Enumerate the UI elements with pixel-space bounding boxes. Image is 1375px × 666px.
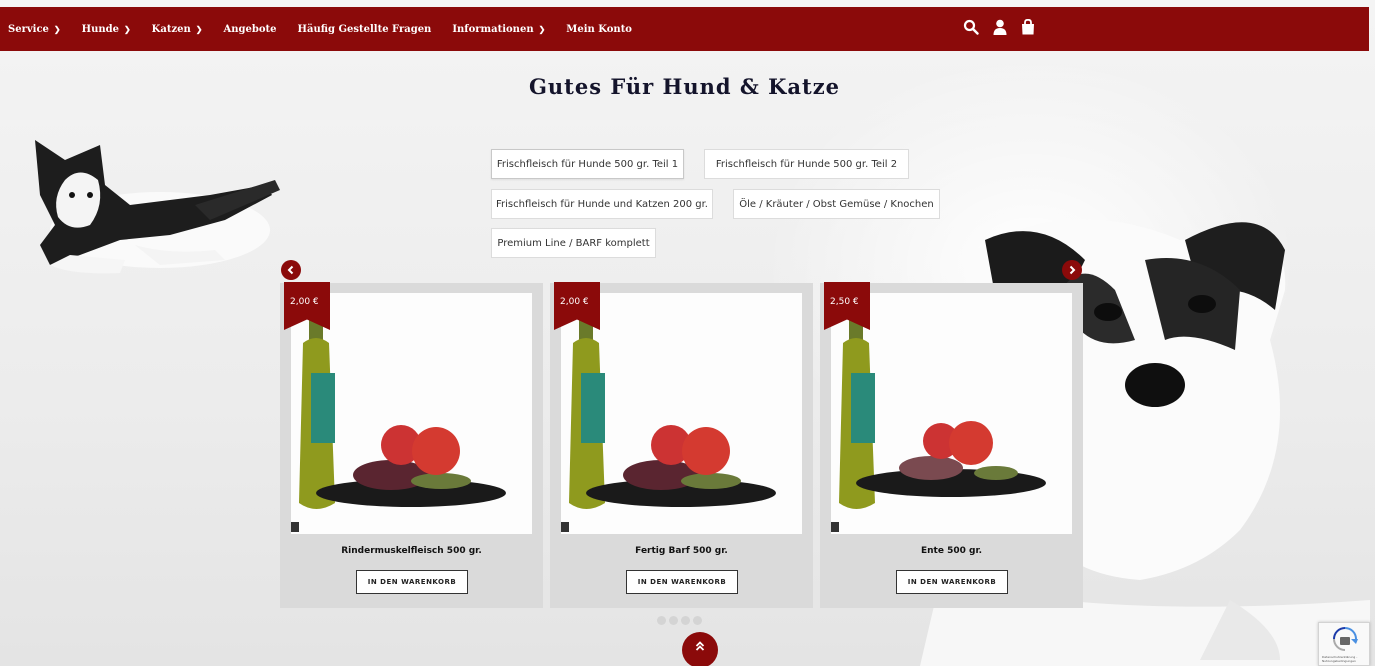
nav-icons (963, 19, 1035, 35)
product-image[interactable] (561, 293, 802, 534)
nav-item-faq[interactable]: Häufig Gestellte Fragen (298, 24, 432, 35)
product-image[interactable] (291, 293, 532, 534)
product-card: 2,50 € Ente 500 gr. IN DEN WARENKORB (820, 282, 1083, 608)
chevron-down-icon: ❯ (53, 24, 61, 34)
recaptcha-text: Datenschutzerklärung - Nutzungsbedingung… (1322, 655, 1358, 663)
carousel-dot[interactable] (669, 616, 678, 625)
nav-label: Service (8, 23, 49, 35)
product-photo (569, 313, 776, 509)
scroll-to-top-button[interactable] (682, 632, 718, 666)
nav-item-service[interactable]: Service ❯ (8, 24, 61, 35)
nav-item-angebote[interactable]: Angebote (223, 24, 276, 35)
chevron-right-icon (1069, 265, 1076, 275)
nav-item-hunde[interactable]: Hunde ❯ (82, 24, 131, 35)
product-photo (839, 313, 1046, 509)
product-name[interactable]: Ente 500 gr. (820, 546, 1083, 556)
logo-badge (831, 522, 839, 532)
nav-label: Hunde (81, 23, 119, 35)
product-card: 2,00 € Fertig Barf 500 gr. IN DEN WARENK… (550, 282, 813, 608)
user-icon[interactable] (993, 19, 1007, 35)
tab-oele-kraeuter[interactable]: Öle / Kräuter / Obst Gemüse / Knochen (733, 189, 940, 219)
nav-item-mein-konto[interactable]: Mein Konto (566, 24, 632, 35)
shopping-bag-icon[interactable] (1021, 19, 1035, 35)
recaptcha-icon (1333, 627, 1358, 651)
add-to-cart-button[interactable]: IN DEN WARENKORB (626, 570, 738, 594)
add-to-cart-button[interactable]: IN DEN WARENKORB (356, 570, 468, 594)
nav-item-katzen[interactable]: Katzen ❯ (152, 24, 203, 35)
product-name[interactable]: Fertig Barf 500 gr. (550, 546, 813, 556)
add-to-cart-button[interactable]: IN DEN WARENKORB (896, 570, 1008, 594)
carousel-dots (657, 616, 702, 625)
product-name[interactable]: Rindermuskelfleisch 500 gr. (280, 546, 543, 556)
nav-label: Mein Konto (566, 23, 632, 35)
carousel-dot[interactable] (693, 616, 702, 625)
nav-label: Häufig Gestellte Fragen (297, 23, 432, 35)
logo-badge (561, 522, 569, 532)
carousel-dot[interactable] (657, 616, 666, 625)
product-photo (299, 313, 506, 509)
chevron-down-icon: ❯ (538, 24, 546, 34)
logo-badge (291, 522, 299, 532)
page-title: Gutes Für Hund & Katze (528, 74, 841, 99)
carousel-next-button[interactable] (1062, 260, 1082, 280)
cat-image (35, 140, 280, 274)
product-image[interactable] (831, 293, 1072, 534)
chevron-down-icon: ❯ (195, 24, 203, 34)
double-chevron-up-icon (695, 641, 705, 651)
tab-frischfleisch-hunde-katzen[interactable]: Frischfleisch für Hunde und Katzen 200 g… (491, 189, 713, 219)
top-navigation: Service ❯ Hunde ❯ Katzen ❯ Angebote Häufig … (0, 7, 1369, 51)
tab-frischfleisch-hunde-teil-1[interactable]: Frischfleisch für Hunde 500 gr. Teil 1 (491, 149, 684, 179)
chevron-left-icon (287, 265, 294, 275)
nav-label: Katzen (151, 23, 191, 35)
recaptcha-badge[interactable]: Datenschutzerklärung - Nutzungsbedingung… (1318, 622, 1370, 666)
nav-item-informationen[interactable]: Informationen ❯ (452, 24, 545, 35)
tab-premium-line[interactable]: Premium Line / BARF komplett (491, 228, 656, 258)
nav-label: Informationen (452, 23, 534, 35)
chevron-down-icon: ❯ (123, 24, 131, 34)
carousel-prev-button[interactable] (281, 260, 301, 280)
carousel-dot[interactable] (681, 616, 690, 625)
nav-label: Angebote (223, 23, 277, 35)
tab-frischfleisch-hunde-teil-2[interactable]: Frischfleisch für Hunde 500 gr. Teil 2 (704, 149, 909, 179)
product-card: 2,00 € Rindermuskelfleisch 500 gr. IN DE… (280, 282, 543, 608)
search-icon[interactable] (963, 19, 979, 35)
